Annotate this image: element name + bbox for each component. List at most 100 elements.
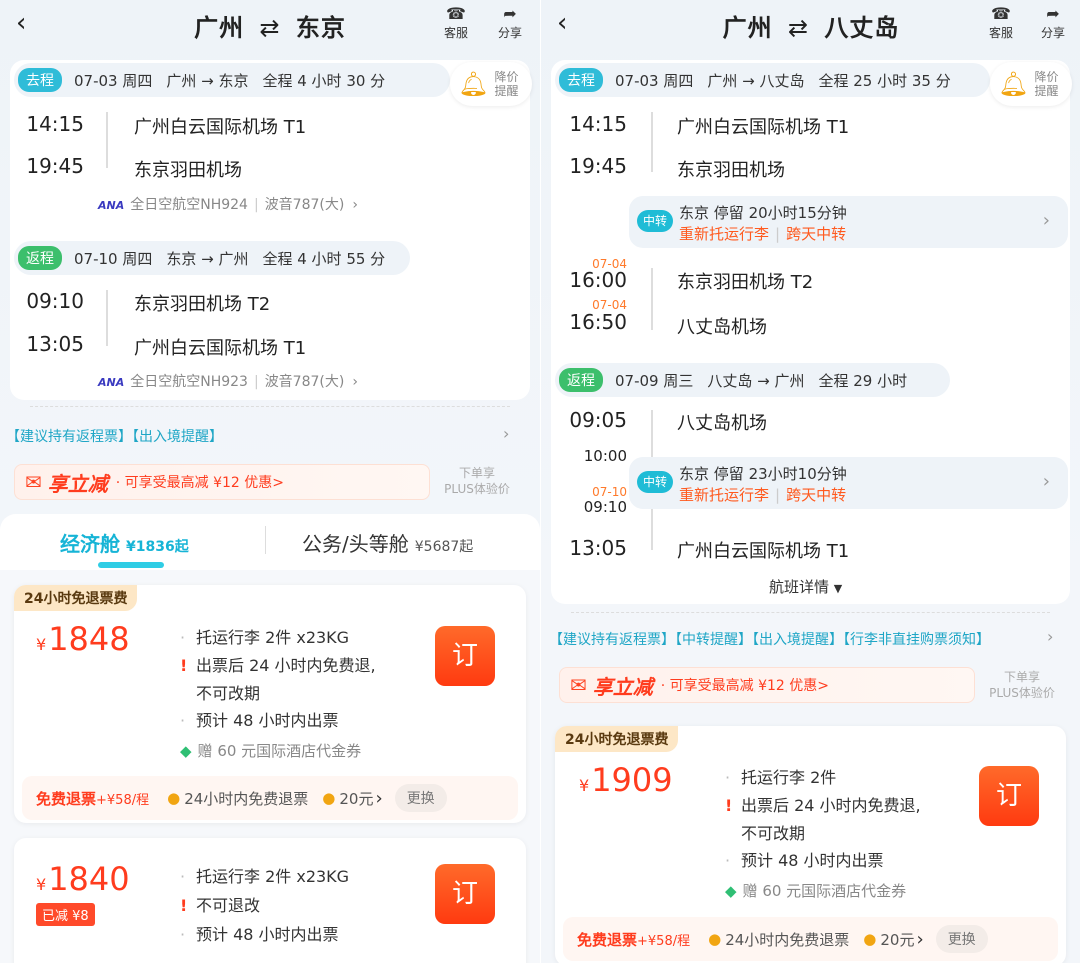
plus-price-note: 下单享 PLUS体验价: [979, 669, 1065, 701]
divider: [571, 612, 1050, 613]
plus-price-note: 下单享 PLUS体验价: [436, 465, 518, 497]
fare-1-item-2b-text: 不可改期: [196, 684, 261, 703]
fare-1-gift-text: 赠 60 元国际酒店代金券: [742, 882, 907, 900]
return-route: 东京 → 广州: [166, 249, 249, 268]
route-arrow-icon: ⇄: [259, 14, 281, 42]
chevron-right-icon[interactable]: ›: [1047, 627, 1053, 646]
ana-logo-icon: ANA: [98, 376, 125, 389]
share-button[interactable]: ➦ 分享: [1033, 4, 1073, 41]
outbound-header: 去程 07-03 周四 广州 → 八丈岛 全程 25 小时 35 分: [555, 63, 990, 97]
fare-2-item-2-text: 不可退改: [196, 896, 261, 915]
refund-item-1: 24小时内免费退票: [184, 789, 309, 808]
return-tag: 返程: [559, 368, 603, 392]
customer-service-button[interactable]: ☎ 客服: [981, 4, 1021, 41]
chevron-right-icon: ›: [916, 928, 924, 950]
transfer-note-2: 跨天中转: [786, 225, 847, 243]
share-label: 分享: [497, 26, 522, 40]
chevron-right-icon: ›: [1042, 471, 1050, 492]
refund-upgrade-strip[interactable]: 免费退票 +¥58/程 ● 24小时内免费退票 ● 20元 › 更换: [22, 776, 518, 820]
reduced-badge: 已减 ¥8: [36, 903, 95, 926]
leg2-arr-airport: 八丈岛机场: [677, 317, 767, 338]
transfer-note-1: 重新托运行李: [679, 225, 770, 243]
outbound-date: 07-03 周四: [74, 71, 153, 90]
change-button[interactable]: 更换: [935, 925, 988, 953]
book-button[interactable]: 订: [435, 626, 495, 686]
chevron-right-icon[interactable]: ›: [503, 424, 509, 443]
chevron-right-icon: ›: [1042, 210, 1050, 231]
refund-upgrade-strip[interactable]: 免费退票 +¥58/程 ● 24小时内免费退票 ● 20元 › 更换: [563, 917, 1058, 961]
return-airline-row[interactable]: ANA 全日空航空NH923 | 波音787(大) ›: [98, 371, 358, 391]
return-aircraft: 波音787(大): [264, 374, 345, 390]
left-screen: ‹ 广州 ⇄ 东京 ☎ 客服 ➦ 分享 去程 07-03 周四 广州 → 东京 …: [0, 0, 540, 963]
refund-price: +¥58/程: [96, 792, 150, 808]
fare-1-item-1-text: 托运行李 2件 x23KG: [196, 628, 350, 647]
travel-notice-link[interactable]: 【建议持有返程票】【出入境提醒】: [6, 426, 223, 446]
return-final-airport: 广州白云国际机场 T1: [677, 541, 850, 562]
return-dep-time: 09:10: [26, 289, 84, 313]
tab-economy[interactable]: 经济舱 ¥1836起: [60, 528, 189, 557]
fare-1-item-1: · 托运行李 2件 x23KG: [180, 628, 350, 647]
title-from: 广州: [722, 14, 773, 42]
outbound-airline-row[interactable]: ANA 全日空航空NH924 | 波音787(大) ›: [98, 194, 358, 214]
alert-line2: 提醒: [1034, 84, 1059, 98]
book-button[interactable]: 订: [435, 864, 495, 924]
coupon-icon: ✉: [570, 673, 587, 697]
chevron-right-icon: ›: [375, 787, 383, 809]
fare-1-item-3-text: 预计 48 小时内出票: [741, 851, 884, 870]
refund-price: +¥58/程: [637, 933, 691, 949]
flight-details-link[interactable]: 航班详情 ▼: [769, 576, 842, 597]
outbound-route: 广州 → 东京: [166, 71, 249, 90]
tab-business[interactable]: 公务/头等舱 ¥5687起: [302, 528, 473, 557]
transfer-note-1: 重新托运行李: [679, 486, 770, 504]
fare-1-item-2: ! 出票后 24 小时内免费退,: [725, 792, 921, 816]
return-leg2-dep-time: 09:10: [583, 498, 627, 516]
customer-service-button[interactable]: ☎ 客服: [436, 4, 476, 41]
share-icon: ➦: [503, 4, 517, 23]
return-leg2-date: 07-10: [592, 485, 627, 499]
return-airline: 全日空航空NH923: [130, 374, 248, 390]
price-alert-button[interactable]: 🔔︎ 降价 提醒: [450, 62, 532, 106]
share-icon: ➦: [1046, 4, 1060, 23]
flight-details-label: 航班详情: [769, 578, 830, 596]
return-arr-time: 13:05: [26, 332, 84, 356]
price-alert-button[interactable]: 🔔︎ 降价 提醒: [990, 62, 1072, 106]
fare-1-item-1: · 托运行李 2件: [725, 768, 837, 787]
transfer-note-2: 跨天中转: [786, 486, 847, 504]
share-button[interactable]: ➦ 分享: [490, 4, 530, 41]
fare-2-item-3-text: 预计 48 小时内出票: [196, 925, 339, 944]
outbound-date: 07-03 周四: [615, 71, 694, 90]
check-icon: ●: [708, 930, 722, 948]
promo-banner[interactable]: ✉ 享立减 · 可享受最高减 ¥12 优惠>: [559, 667, 975, 703]
tab-economy-label: 经济舱: [60, 532, 120, 556]
transfer-city: 东京: [679, 465, 710, 483]
book-button[interactable]: 订: [979, 766, 1039, 826]
fare-1-item-2: ! 出票后 24 小时内免费退,: [180, 652, 376, 676]
transfer-stay: 停留 23小时10分钟: [713, 465, 847, 483]
travel-notice-link[interactable]: 【建议持有返程票】【中转提醒】【出入境提醒】【行李非直挂购票须知】: [549, 629, 990, 649]
outbound-dep-time: 14:15: [569, 112, 627, 136]
promo-title: 享立减: [592, 674, 653, 699]
service-label: 客服: [988, 26, 1013, 40]
fare-1-item-2-text: 出票后 24 小时内免费退,: [196, 656, 376, 675]
share-label: 分享: [1040, 26, 1065, 40]
plus-line2: PLUS体验价: [444, 482, 510, 496]
fare-1-item-2-text: 出票后 24 小时内免费退,: [741, 796, 921, 815]
fare-1-item-2b-text: 不可改期: [741, 824, 806, 843]
outbound-duration: 全程 4 小时 30 分: [262, 71, 386, 90]
return-dep-airport: 东京羽田机场 T2: [134, 294, 271, 315]
fare-badge: 24小时免退票费: [555, 726, 679, 752]
return-route: 八丈岛 → 广州: [707, 371, 805, 390]
right-screen: ‹ 广州 ⇄ 八丈岛 ☎ 客服 ➦ 分享 去程 07-03 周四 广州 → 八丈…: [540, 0, 1080, 963]
title-to: 八丈岛: [824, 14, 900, 42]
leg2-dep-airport: 东京羽田机场 T2: [677, 272, 814, 293]
promo-banner[interactable]: ✉ 享立减 · 可享受最高减 ¥12 优惠>: [14, 464, 430, 500]
alert-icon: !: [180, 896, 188, 915]
return-transfer-row[interactable]: 中转 东京 停留 23小时10分钟 重新托运行李 | 跨天中转 ›: [629, 457, 1068, 509]
change-button[interactable]: 更换: [394, 784, 447, 812]
outbound-transfer-row[interactable]: 中转 东京 停留 20小时15分钟 重新托运行李 | 跨天中转 ›: [629, 196, 1068, 248]
fare-1-price: ¥1909: [579, 761, 673, 799]
fare-1-gift-text: 赠 60 元国际酒店代金券: [197, 742, 362, 760]
promo-text: · 可享受最高减 ¥12 优惠>: [660, 678, 830, 694]
timeline: [651, 268, 653, 330]
refund-label: 免费退票: [577, 930, 638, 949]
